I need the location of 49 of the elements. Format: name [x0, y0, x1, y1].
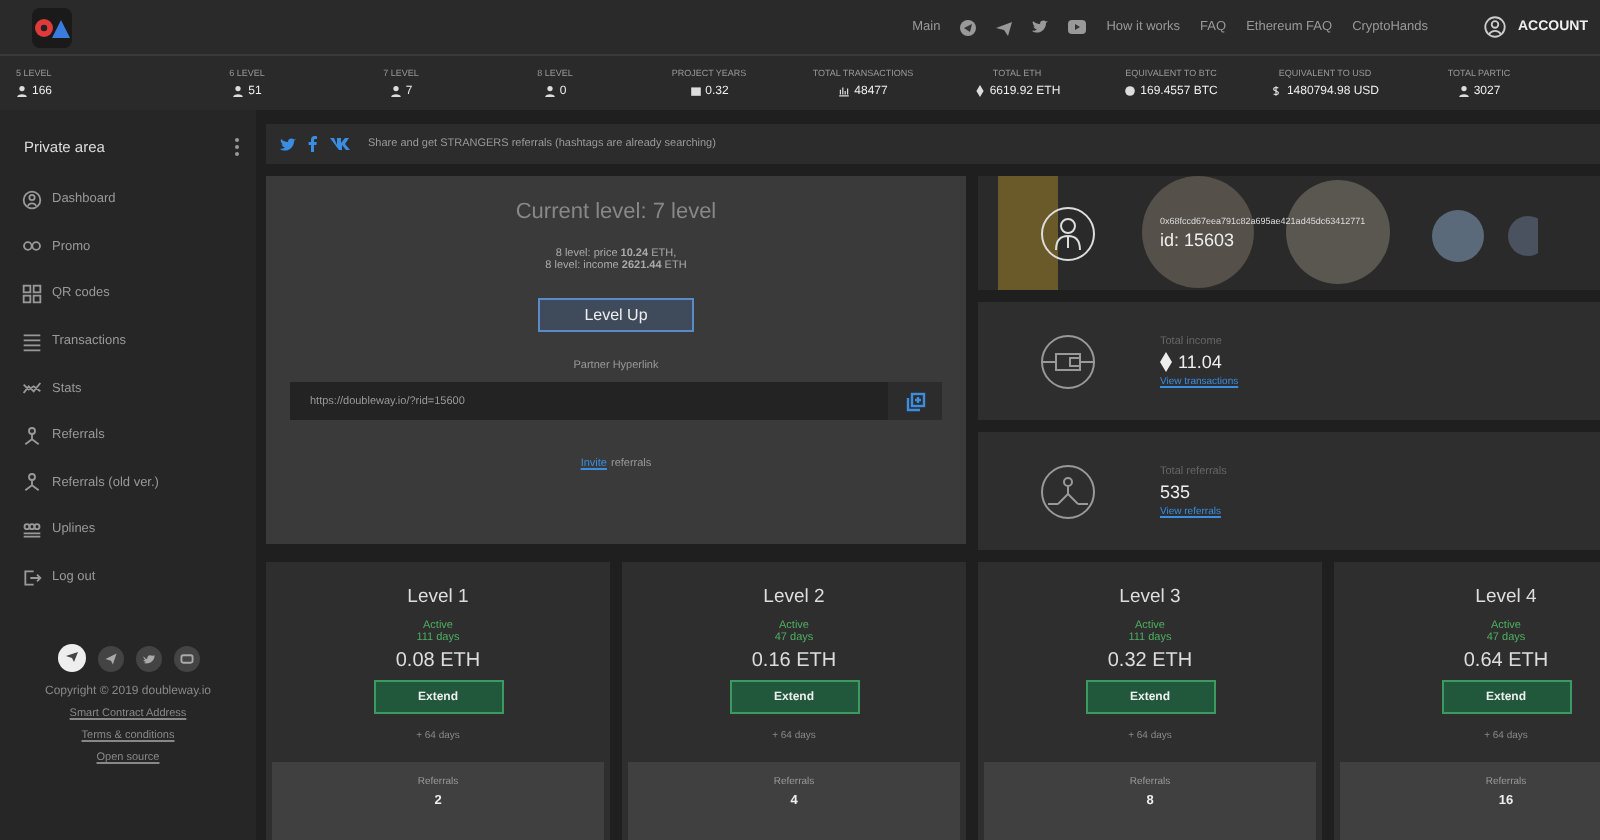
eth-icon	[973, 84, 986, 98]
user-id: id: 15603	[1160, 230, 1237, 250]
qr-code-icon	[22, 283, 42, 304]
youtube-icon[interactable]	[1068, 20, 1087, 34]
person-network-icon	[22, 472, 42, 493]
copy-button[interactable]	[888, 382, 942, 420]
logout-icon	[22, 567, 42, 588]
user-icon	[1457, 84, 1470, 98]
user-icon	[232, 84, 245, 98]
link-icon	[22, 236, 42, 257]
person-network-icon	[22, 425, 42, 446]
paper-plane-icon[interactable]	[97, 645, 123, 672]
level-price: 0.08 ETH	[395, 650, 481, 672]
level-title: Level 1	[407, 586, 469, 608]
twitter-icon[interactable]	[135, 645, 161, 672]
level-price: 0.32 ETH	[1107, 650, 1193, 672]
level-up-button[interactable]: Level Up	[538, 298, 694, 332]
chart-icon	[22, 378, 42, 399]
twitter-icon[interactable]	[1032, 20, 1049, 34]
dollar-icon	[1270, 84, 1283, 98]
logo-icon[interactable]	[32, 7, 72, 47]
user-icon[interactable]	[1484, 16, 1506, 38]
telegram-icon[interactable]	[960, 19, 977, 35]
income-value: 11.04	[1178, 351, 1222, 371]
group-icon	[22, 519, 42, 540]
facebook-icon[interactable]	[308, 136, 318, 152]
video-icon[interactable]	[173, 645, 199, 672]
level-title: Level 3	[1119, 586, 1181, 608]
user-circle-icon	[22, 189, 42, 210]
level-title: Level 2	[763, 586, 825, 608]
twitter-icon[interactable]	[280, 137, 296, 151]
paper-plane-icon[interactable]	[996, 19, 1013, 35]
user-icon	[389, 84, 402, 98]
level-title: Level 4	[1475, 586, 1537, 608]
level-price: 0.64 ETH	[1463, 650, 1549, 672]
referrals-value: 535	[1160, 481, 1193, 501]
vk-icon[interactable]	[330, 138, 350, 150]
current-level-title: Current level: 7 level	[515, 200, 717, 224]
copy-icon	[905, 391, 925, 411]
user-icon	[543, 84, 556, 98]
kebab-menu-icon[interactable]	[234, 138, 240, 156]
network-icon	[1040, 463, 1096, 519]
list-icon	[22, 331, 42, 352]
level-price: 0.16 ETH	[751, 650, 837, 672]
ethereum-icon	[1160, 351, 1172, 371]
wallet-icon	[1040, 333, 1096, 389]
person-icon	[1040, 205, 1096, 261]
user-icon	[16, 84, 28, 98]
chart-icon	[838, 84, 851, 98]
